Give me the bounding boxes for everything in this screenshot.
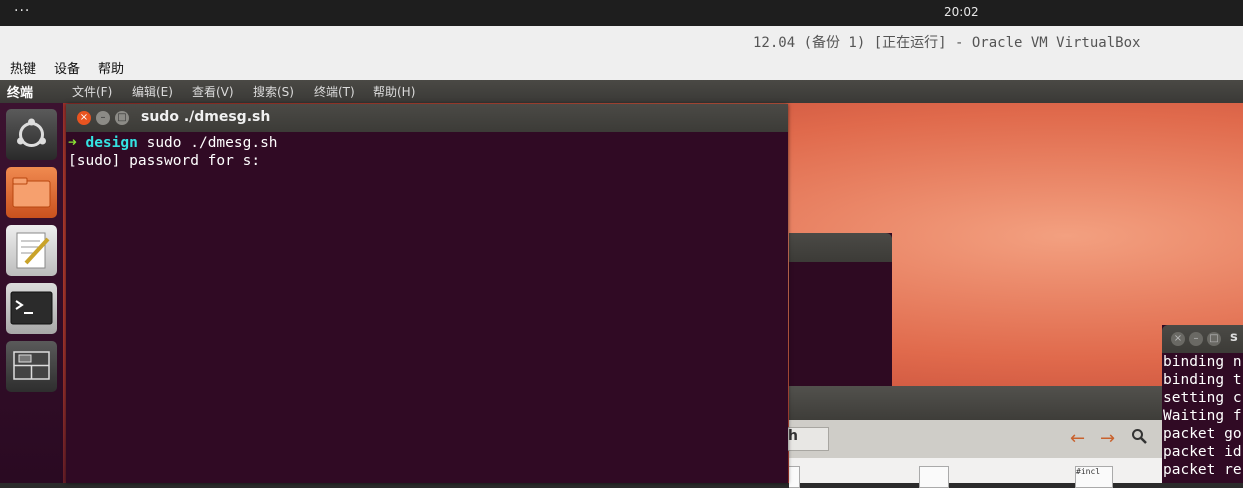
prompt-directory: design <box>85 135 138 151</box>
file-manager-titlebar[interactable] <box>789 386 1162 420</box>
file-manager-toolbar: h ← → <box>787 420 1162 458</box>
prompt-arrow: ➜ <box>68 135 77 151</box>
menu-search[interactable]: 搜索(S) <box>253 83 294 100</box>
menu-hotkeys[interactable]: 热键 <box>10 58 36 77</box>
ubuntu-top-panel: 终端 文件(F) 编辑(E) 查看(V) 搜索(S) 终端(T) 帮助(H) <box>0 80 1243 103</box>
close-icon[interactable]: × <box>1171 332 1185 346</box>
location-text: h <box>788 428 798 444</box>
output-line: packet id <box>1163 444 1242 460</box>
file-label: #incl <box>1076 467 1101 476</box>
minimize-icon[interactable]: – <box>96 111 110 125</box>
background-terminal-window[interactable] <box>789 233 892 386</box>
small-terminal-window[interactable]: × – □ s binding n binding t setting c Wa… <box>1162 325 1243 483</box>
launcher-dash-home[interactable] <box>6 109 57 160</box>
search-icon[interactable] <box>1131 428 1147 448</box>
file-manager-window[interactable]: h ← → #incl <box>787 386 1162 488</box>
output-line: packet re <box>1163 462 1242 478</box>
clock[interactable]: 20:02 <box>944 5 979 19</box>
small-terminal-title: s <box>1230 330 1238 345</box>
prompt-line: ➜ design sudo ./dmesg.sh <box>68 134 788 152</box>
back-icon[interactable]: ← <box>1070 428 1085 449</box>
launcher-terminal[interactable] <box>6 283 57 334</box>
active-app-name: 终端 <box>7 86 34 101</box>
output-line: binding t <box>1163 372 1242 388</box>
maximize-icon[interactable]: □ <box>1207 332 1221 346</box>
typed-command: sudo ./dmesg.sh <box>146 135 278 151</box>
virtualbox-titlebar: 12.04 (备份 1) [正在运行] - Oracle VM VirtualB… <box>0 26 1243 54</box>
sudo-password-prompt: [sudo] password for s: <box>68 153 261 169</box>
terminal-title: sudo ./dmesg.sh <box>141 109 271 125</box>
launcher-workspaces[interactable] <box>6 341 57 392</box>
source-file-icon[interactable]: #incl <box>1075 466 1113 488</box>
terminal-titlebar[interactable]: × – □ sudo ./dmesg.sh <box>66 104 788 132</box>
small-terminal-titlebar[interactable]: × – □ s <box>1162 325 1243 353</box>
background-window-titlebar[interactable] <box>789 233 892 262</box>
menu-devices[interactable]: 设备 <box>54 58 80 77</box>
terminal-output[interactable]: ➜ design sudo ./dmesg.sh [sudo] password… <box>66 132 788 170</box>
output-line: binding n <box>1163 354 1242 370</box>
menu-file[interactable]: 文件(F) <box>72 83 112 100</box>
terminal-window[interactable]: × – □ sudo ./dmesg.sh ➜ design sudo ./dm… <box>66 104 788 483</box>
terminal-icon <box>10 291 53 325</box>
workspace-switcher-icon <box>13 351 50 380</box>
unity-launcher <box>0 103 63 483</box>
menu-edit[interactable]: 编辑(E) <box>132 83 173 100</box>
launcher-files[interactable] <box>6 167 57 218</box>
minimize-icon[interactable]: – <box>1189 332 1203 346</box>
file-manager-content: #incl <box>789 458 1162 488</box>
close-icon[interactable]: × <box>77 111 91 125</box>
launcher-text-editor[interactable] <box>6 225 57 276</box>
file-icon[interactable] <box>789 466 800 488</box>
location-path-button[interactable]: h <box>787 427 829 451</box>
small-terminal-output: binding n binding t setting c Waiting f … <box>1162 353 1243 479</box>
ubuntu-logo-icon <box>17 118 46 147</box>
output-line: packet go <box>1163 426 1242 442</box>
window-title: 12.04 (备份 1) [正在运行] - Oracle VM VirtualB… <box>753 35 1141 51</box>
forward-icon[interactable]: → <box>1100 428 1115 449</box>
maximize-icon[interactable]: □ <box>115 111 129 125</box>
output-line: Waiting f <box>1163 408 1242 424</box>
menu-help-guest[interactable]: 帮助(H) <box>373 83 415 100</box>
virtualbox-menubar: 热键 设备 帮助 <box>0 54 1243 81</box>
text-editor-icon <box>16 232 50 269</box>
menu-terminal[interactable]: 终端(T) <box>314 83 355 100</box>
menu-help[interactable]: 帮助 <box>98 58 124 77</box>
output-line: setting c <box>1163 390 1242 406</box>
activities-menu[interactable]: ··· <box>14 3 30 19</box>
host-top-bar: ··· 20:02 <box>0 0 1243 26</box>
menu-view[interactable]: 查看(V) <box>192 83 234 100</box>
folder-file-icon[interactable] <box>919 466 949 488</box>
folder-icon <box>12 177 51 208</box>
